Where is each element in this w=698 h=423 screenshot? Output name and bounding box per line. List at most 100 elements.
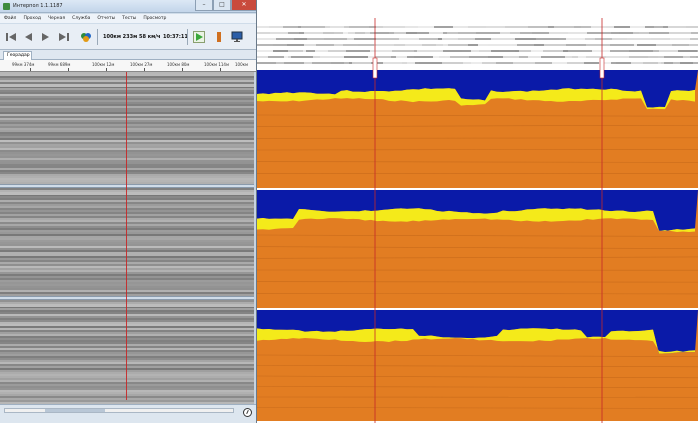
- header-trace: [519, 56, 528, 58]
- header-trace: [648, 56, 658, 58]
- ruler-tick: [182, 68, 183, 71]
- header-trace: [419, 38, 438, 40]
- pause-icon[interactable]: [213, 31, 225, 43]
- ruler-tick: [106, 68, 107, 71]
- header-trace: [438, 38, 442, 40]
- play-icon[interactable]: [193, 31, 205, 43]
- header-trace: [690, 56, 696, 58]
- radargram-panel[interactable]: [0, 72, 254, 184]
- header-trace: [268, 56, 284, 58]
- header-trace: [352, 62, 355, 64]
- radargram-panel[interactable]: [0, 188, 254, 296]
- header-trace: [475, 38, 491, 40]
- header-trace: [417, 50, 420, 52]
- radargram-area[interactable]: [0, 72, 254, 404]
- header-trace: [637, 44, 656, 46]
- header-trace: [658, 56, 664, 58]
- title-bar: Интерпол 1.1.1187 – □ ✕: [0, 0, 256, 13]
- header-trace: [439, 56, 445, 58]
- header-trace: [346, 50, 370, 52]
- position-cursor[interactable]: [126, 72, 127, 400]
- header-trace: [348, 32, 355, 34]
- horizontal-scrollbar[interactable]: [4, 408, 234, 413]
- menu-item-file[interactable]: Файл: [4, 14, 16, 23]
- header-trace: [578, 56, 586, 58]
- tab-georadar[interactable]: Георадар: [3, 51, 32, 60]
- time-readout: 10:37:11: [163, 34, 188, 40]
- radargram-surface-band: [0, 192, 254, 196]
- header-trace: [536, 38, 559, 40]
- profile-header: [257, 0, 698, 70]
- menu-item-view[interactable]: Просмотр: [143, 14, 166, 23]
- header-trace: [355, 32, 365, 34]
- step-back-icon[interactable]: [22, 31, 34, 43]
- header-trace: [669, 32, 691, 34]
- menu-item-tests[interactable]: Тесты: [122, 14, 136, 23]
- header-trace: [415, 62, 419, 64]
- header-trace: [269, 26, 283, 28]
- status-bar: [0, 404, 256, 423]
- header-trace: [376, 26, 383, 28]
- header-trace: [651, 38, 670, 40]
- maximize-button[interactable]: □: [213, 0, 231, 11]
- km-marker: [372, 57, 378, 79]
- layer-visualization[interactable]: [257, 0, 698, 423]
- header-trace: [399, 38, 419, 40]
- header-trace: [491, 38, 515, 40]
- header-trace: [689, 44, 698, 46]
- header-trace: [503, 56, 519, 58]
- header-trace: [445, 56, 450, 58]
- header-trace: [548, 26, 554, 28]
- header-trace: [417, 32, 429, 34]
- close-button[interactable]: ✕: [231, 0, 256, 11]
- ruler-tick: [144, 68, 145, 71]
- ruler-label: 100км 27м: [130, 62, 153, 67]
- header-trace: [631, 62, 643, 64]
- menu-item-reports[interactable]: Отчеты: [97, 14, 115, 23]
- menu-item-black[interactable]: Черная: [48, 14, 65, 23]
- header-trace: [517, 44, 534, 46]
- menu-item-service[interactable]: Служба: [72, 14, 90, 23]
- header-trace: [566, 38, 585, 40]
- step-forward-icon[interactable]: [40, 31, 52, 43]
- header-trace: [394, 44, 405, 46]
- header-trace: [578, 44, 586, 46]
- header-trace: [370, 32, 374, 34]
- header-trace: [418, 26, 434, 28]
- header-trace: [301, 26, 325, 28]
- scrollbar-thumb[interactable]: [45, 409, 105, 412]
- header-trace: [334, 44, 343, 46]
- color-palette-icon[interactable]: [80, 31, 92, 43]
- header-trace: [670, 38, 690, 40]
- header-trace: [287, 44, 304, 46]
- header-trace: [257, 50, 273, 52]
- skip-back-icon[interactable]: [5, 31, 17, 43]
- header-trace: [257, 44, 273, 46]
- skip-forward-icon[interactable]: [58, 31, 70, 43]
- toolbar: 100км 233м 58 км/ч 10:37:11: [0, 24, 256, 50]
- header-trace: [448, 44, 468, 46]
- minimize-button[interactable]: –: [195, 0, 213, 11]
- header-trace: [663, 26, 668, 28]
- header-trace: [639, 32, 649, 34]
- header-trace: [468, 44, 478, 46]
- header-trace: [543, 50, 563, 52]
- header-trace: [611, 62, 616, 64]
- menu-item-pass[interactable]: Проход: [23, 14, 41, 23]
- header-trace: [505, 26, 528, 28]
- header-trace: [288, 32, 299, 34]
- header-trace: [443, 50, 462, 52]
- header-trace: [486, 26, 505, 28]
- header-trace: [376, 38, 399, 40]
- radargram-panel[interactable]: [0, 300, 254, 404]
- header-trace: [643, 62, 658, 64]
- clock-icon[interactable]: [243, 408, 252, 417]
- header-trace: [661, 62, 664, 64]
- header-trace: [354, 38, 376, 40]
- monitor-icon[interactable]: [231, 31, 243, 43]
- header-trace: [673, 62, 680, 64]
- header-trace: [581, 26, 591, 28]
- header-trace: [559, 38, 566, 40]
- window-controls: – □ ✕: [195, 0, 256, 12]
- header-trace: [324, 38, 347, 40]
